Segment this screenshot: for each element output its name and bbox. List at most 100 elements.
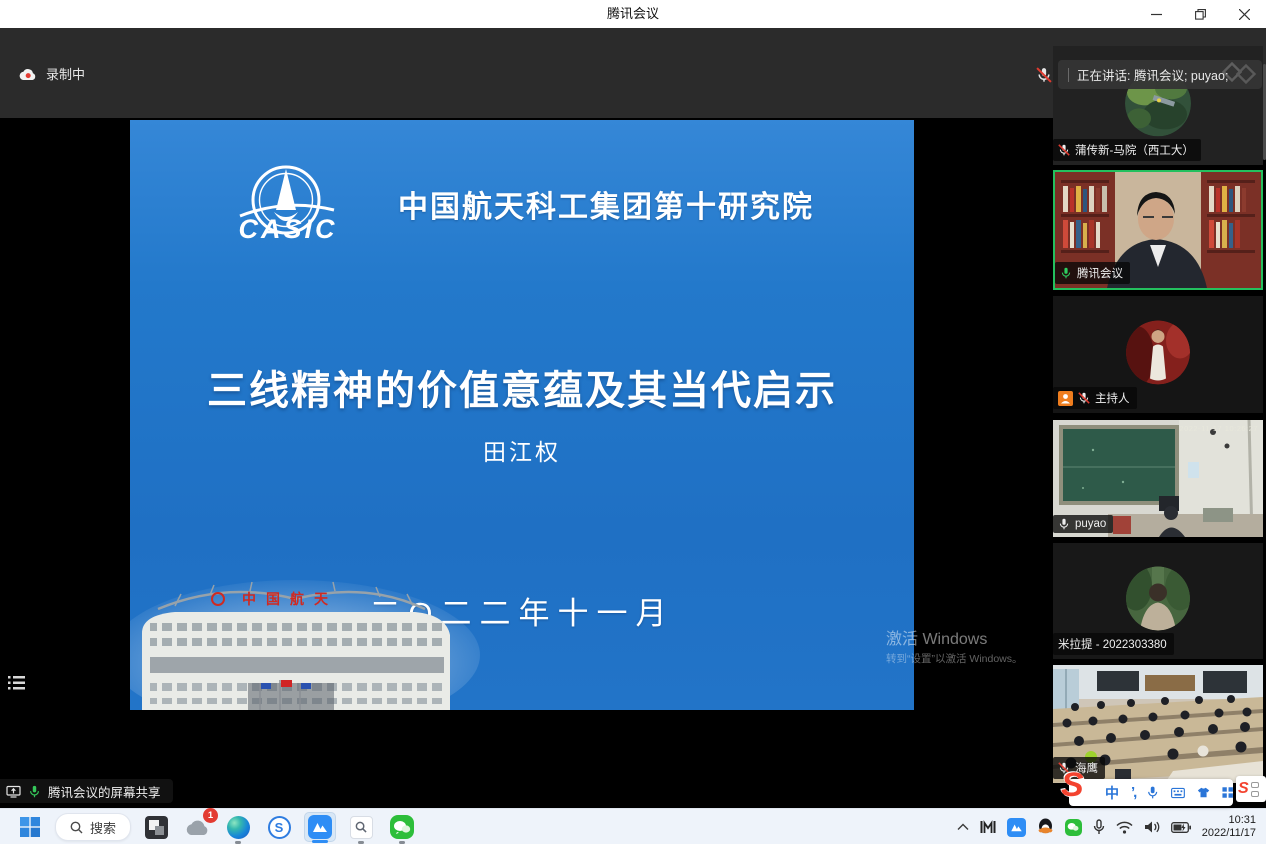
participant-label: 腾讯会议 <box>1055 262 1130 284</box>
ime-voice-icon[interactable] <box>1147 785 1158 800</box>
casic-logo-icon: CASIC <box>230 160 372 248</box>
tray-wifi[interactable] <box>1116 821 1133 834</box>
windows-logo-icon <box>19 816 41 838</box>
participant-label: puyao <box>1053 515 1113 533</box>
restore-icon <box>1195 9 1206 20</box>
window-controls <box>1134 0 1266 28</box>
minimize-icon <box>1151 9 1162 20</box>
tray-microphone[interactable] <box>1093 819 1105 835</box>
cloud-record-icon <box>18 67 37 81</box>
window-titlebar: 腾讯会议 <box>0 0 1266 28</box>
tray-tencent-meeting[interactable] <box>1007 818 1026 837</box>
taskbar-clock[interactable]: 10:31 2022/11/17 <box>1202 814 1260 840</box>
tencent-meeting-icon <box>1007 818 1026 837</box>
participant-tile-tengxunhuiyi[interactable]: 腾讯会议 <box>1053 170 1263 290</box>
participant-tile-puyao[interactable]: 2022-11-17 10:26:27 puyao <box>1053 420 1263 537</box>
desktop: 腾讯会议 录制中 正 <box>0 0 1266 844</box>
chevron-up-icon <box>957 823 969 831</box>
windows-activation-watermark: 激活 Windows 转到“设置”以激活 Windows。 <box>886 628 1023 668</box>
search-label: 搜索 <box>90 818 116 837</box>
ime-keyboard-icon[interactable] <box>1171 787 1185 799</box>
qq-icon <box>1037 818 1054 836</box>
close-icon <box>1239 9 1250 20</box>
tray-volume[interactable] <box>1144 820 1160 834</box>
taskbar-left: 搜索 1 S <box>14 809 418 844</box>
speaking-text: 正在讲话: 腾讯会议; puyao; <box>1077 65 1228 84</box>
slide-org-name: 中国航天科工集团第十研究院 <box>398 182 814 226</box>
sogou-mini-buttons[interactable] <box>1251 782 1259 797</box>
mic-speaking-icon <box>1060 267 1072 279</box>
notification-badge: 1 <box>203 808 218 823</box>
building-photo: 中国航天 <box>130 575 485 710</box>
mic-muted-icon <box>1078 392 1090 404</box>
participant-label: 蒲传新-马院（西工大） <box>1053 139 1201 161</box>
ime-skin-icon[interactable] <box>1197 786 1210 799</box>
svg-text:CASIC: CASIC <box>238 214 337 244</box>
host-badge-icon <box>1058 391 1073 406</box>
speaking-indicator: 正在讲话: 腾讯会议; puyao; <box>1036 60 1262 89</box>
clock-date: 2022/11/17 <box>1202 827 1256 840</box>
taskbar: 搜索 1 S <box>0 808 1266 844</box>
participants-sidebar: 蒲传新-马院（西工大） <box>1050 28 1266 808</box>
recording-label: 录制中 <box>46 64 85 83</box>
running-indicator-active <box>312 840 328 843</box>
edge-icon <box>227 816 250 839</box>
taskbar-tray: 10:31 2022/11/17 <box>957 809 1260 844</box>
taskbar-search[interactable]: 搜索 <box>55 813 131 841</box>
participant-tile-host[interactable]: 主持人 <box>1053 296 1263 413</box>
tencent-meeting-icon <box>308 815 332 839</box>
slide-title: 三线精神的价值意蕴及其当代启示 <box>130 358 914 416</box>
battery-charging-icon <box>1171 822 1191 833</box>
sogou-ime-toolbar[interactable]: S 中 ’, <box>1069 779 1233 806</box>
participant-tile-milati[interactable]: 米拉提 - 2022303380 <box>1053 543 1263 659</box>
tencent-meeting-button[interactable] <box>304 812 336 842</box>
sogou-browser-button[interactable]: S <box>263 812 295 842</box>
snip-icon <box>145 816 168 839</box>
tray-wechat[interactable] <box>1065 819 1082 836</box>
slide-author: 田江权 <box>130 433 914 467</box>
search-icon <box>70 821 83 834</box>
microphone-icon <box>1093 819 1105 835</box>
edge-browser-button[interactable] <box>222 812 254 842</box>
restore-button[interactable] <box>1178 0 1222 28</box>
ime-punctuation-toggle[interactable]: ’, <box>1131 784 1135 801</box>
recording-indicator: 录制中 <box>18 64 85 83</box>
sogou-logo-icon[interactable]: S <box>1061 766 1084 805</box>
start-button[interactable] <box>14 812 46 842</box>
screen-share-label: 腾讯会议的屏幕共享 <box>48 782 161 801</box>
minimize-button[interactable] <box>1134 0 1178 28</box>
wifi-icon <box>1116 821 1133 834</box>
ime-language-toggle[interactable]: 中 <box>1105 783 1119 803</box>
mic-muted-icon <box>1058 144 1070 156</box>
search-app-button[interactable] <box>345 812 377 842</box>
divider <box>1068 68 1069 82</box>
ime-toolbox-icon[interactable] <box>1222 786 1233 799</box>
close-button[interactable] <box>1222 0 1266 28</box>
sogou-mini-panel[interactable]: S <box>1236 776 1266 802</box>
annotation-list-button[interactable] <box>6 672 28 694</box>
wechat-button[interactable] <box>386 812 418 842</box>
speaking-pill: 正在讲话: 腾讯会议; puyao; <box>1058 60 1262 89</box>
participant-label: 主持人 <box>1053 387 1137 409</box>
tray-qq[interactable] <box>1037 818 1054 836</box>
svg-text:中国航天: 中国航天 <box>242 591 338 607</box>
avatar <box>1126 320 1190 384</box>
slide-header: CASIC 中国航天科工集团第十研究院 <box>130 160 914 248</box>
camera-timestamp: 2022-11-17 10:26:27 <box>1179 424 1258 433</box>
tencent-meeting-watermark-icon <box>1220 62 1260 86</box>
screen-share-icon <box>6 785 21 798</box>
window-title: 腾讯会议 <box>0 0 1266 28</box>
wechat-icon <box>1065 819 1082 836</box>
tray-battery[interactable] <box>1171 822 1191 833</box>
screen-share-pill[interactable]: 腾讯会议的屏幕共享 <box>0 779 173 803</box>
participant-tile-haiying[interactable]: 海鹰 <box>1053 665 1263 783</box>
sogou-browser-icon: S <box>268 816 291 839</box>
tray-notes-app[interactable] <box>980 820 996 834</box>
tray-expand-button[interactable] <box>957 823 969 831</box>
snipping-app-button[interactable] <box>140 812 172 842</box>
mic-on-icon <box>1058 518 1070 530</box>
cloud-app-button[interactable]: 1 <box>181 812 213 842</box>
search-app-icon <box>350 816 373 839</box>
avatar <box>1126 566 1190 630</box>
sogou-logo-icon: S <box>1238 780 1249 798</box>
